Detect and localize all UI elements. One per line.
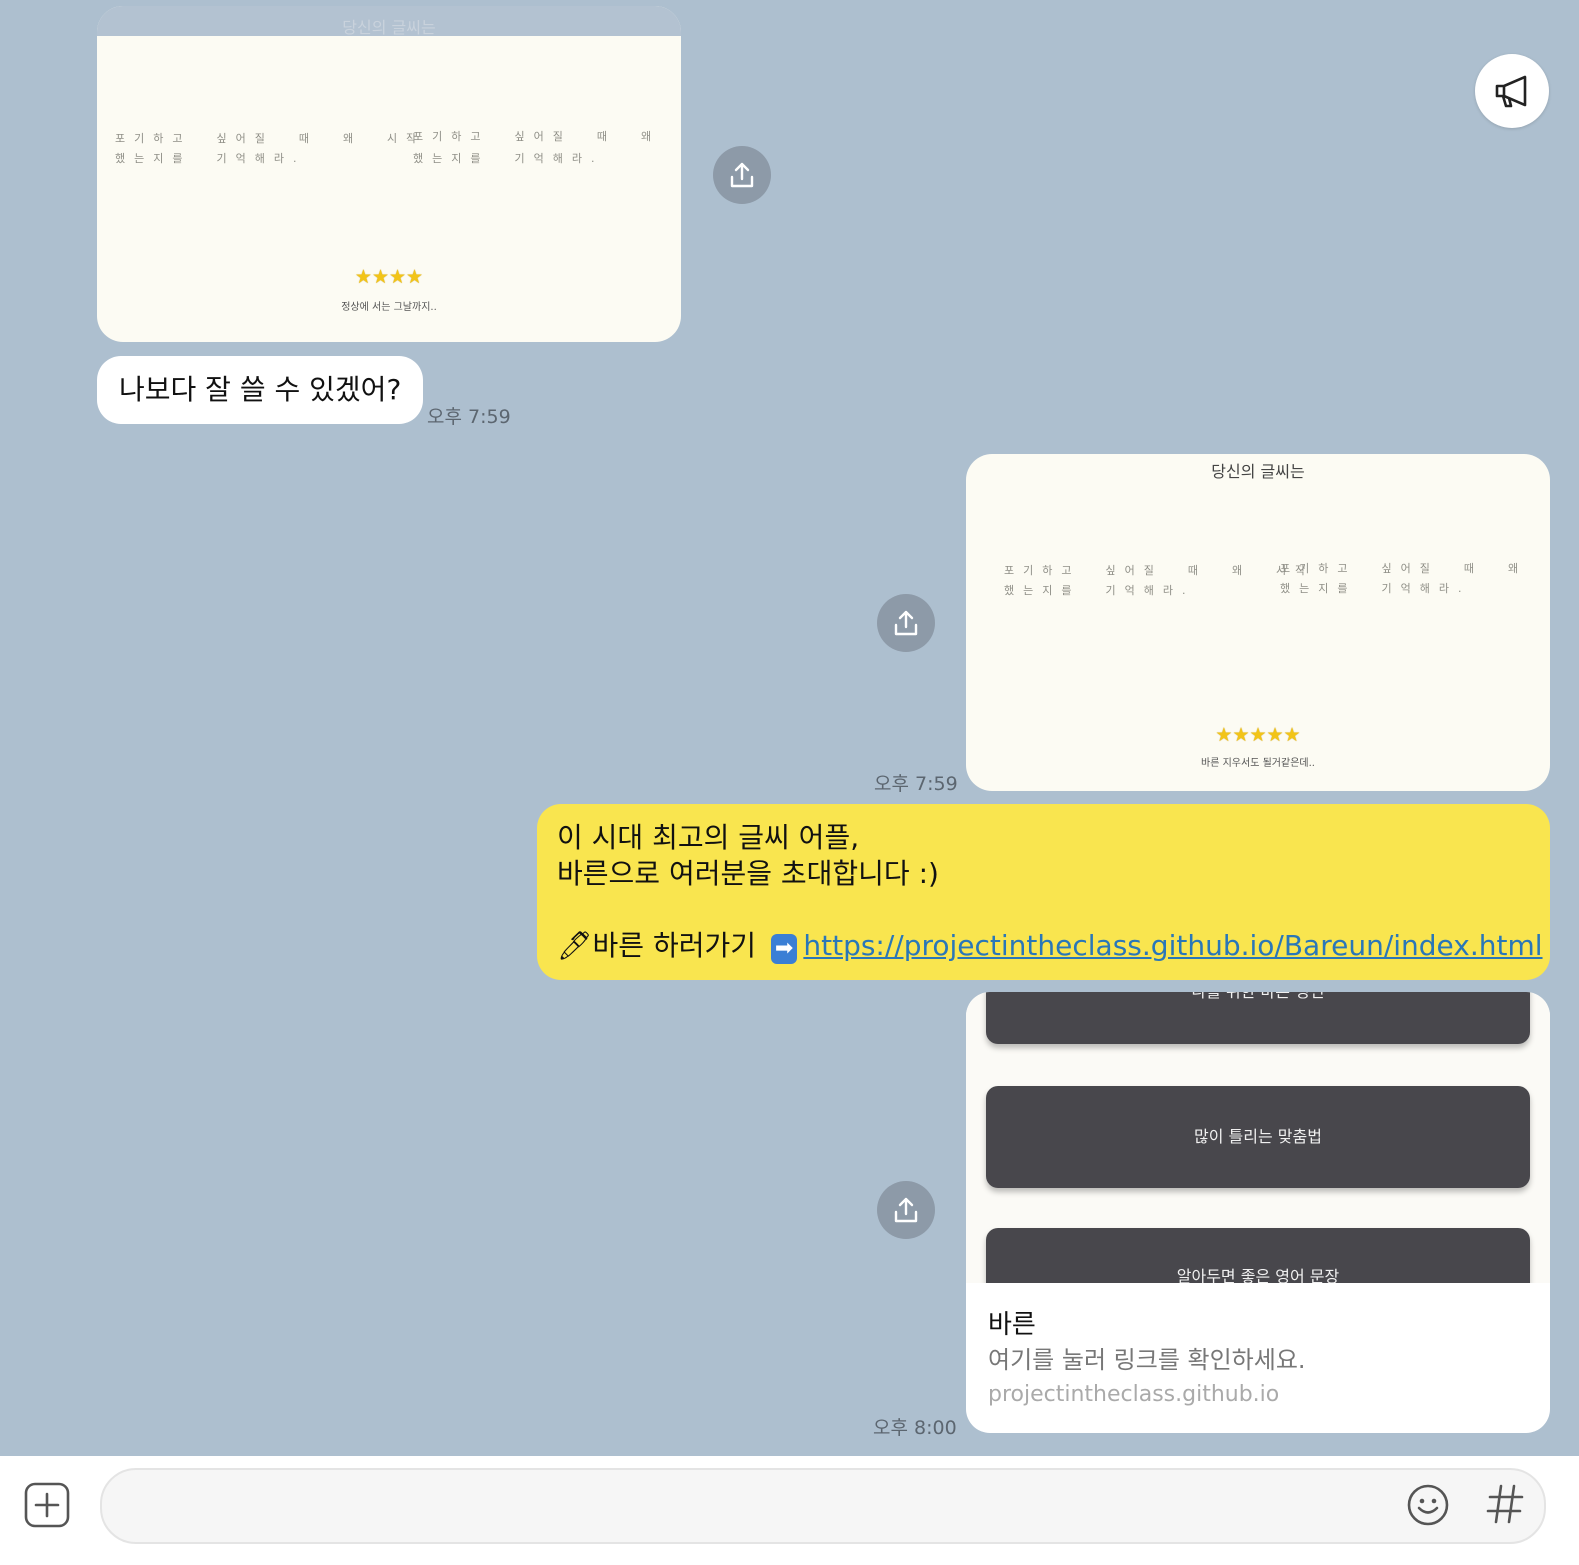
composer-bar: [0, 1456, 1579, 1565]
add-button[interactable]: [22, 1480, 72, 1530]
message-input-box[interactable]: [100, 1468, 1546, 1544]
handwriting-right-line1: 포기하고 싶어질 때 왜 시작: [1280, 562, 1528, 575]
image-title: 당신의 글씨는: [1211, 462, 1305, 481]
share-button[interactable]: [877, 594, 935, 652]
smiley-icon: [1407, 1484, 1449, 1526]
cta-label: 바른 하러가기: [592, 929, 757, 962]
handwriting-right-line2: 했는지를 기억해라.: [1280, 582, 1471, 595]
received-image-message[interactable]: 당신의 글씨는 포기하고 싶어질 때 왜 시작 했는지를 기억해라. 포기하고 …: [97, 6, 681, 342]
message-text: 나보다 잘 쓸 수 있겠어?: [119, 373, 402, 406]
link-preview-title: 바른: [988, 1310, 1036, 1340]
handwriting-right-line2: 했는지를 기억해라.: [413, 152, 604, 165]
received-text-bubble: 나보다 잘 쓸 수 있겠어?: [97, 356, 424, 424]
rating-stars: ★★★★★: [1215, 724, 1301, 746]
handwriting-right-line1: 포기하고 싶어질 때 왜 시작: [413, 130, 661, 143]
link-preview-card[interactable]: 나를 위한 바른 명언 많이 틀리는 맞춤법 알아두면 좋은 영어 문장 바른 …: [966, 992, 1550, 1433]
link-preview-domain: projectintheclass.github.io: [988, 1382, 1280, 1407]
announcement-button[interactable]: [1475, 54, 1549, 128]
handwriting-left-line1: 포기하고 싶어질 때 왜 시작: [115, 132, 426, 145]
emoji-button[interactable]: [1405, 1482, 1451, 1528]
handwriting-left-line2: 했는지를 기억해라.: [115, 152, 306, 165]
share-icon: [894, 610, 918, 636]
rating-stars: ★★★★: [354, 266, 424, 288]
message-time: 오후 7:59: [427, 406, 511, 428]
message-time: 오후 8:00: [873, 1417, 957, 1439]
share-icon: [894, 1197, 918, 1223]
share-icon: [730, 162, 754, 188]
message-line: 바른으로 여러분을 초대합니다 :): [557, 857, 939, 890]
hashtag-button[interactable]: [1482, 1478, 1528, 1530]
arrow-right-icon: ➡: [770, 934, 798, 964]
app-link[interactable]: https://projectintheclass.github.io/Bare…: [803, 929, 1542, 962]
handwriting-left-line2: 했는지를 기억해라.: [1004, 584, 1195, 597]
link-preview-thumbnail: 나를 위한 바른 명언 많이 틀리는 맞춤법 알아두면 좋은 영어 문장: [966, 992, 1550, 1283]
plus-square-icon: [24, 1482, 70, 1528]
handwriting-left-line1: 포기하고 싶어질 때 왜 시작: [1004, 564, 1315, 577]
message-input[interactable]: [126, 1484, 1390, 1526]
image-title: 당신의 글씨는: [342, 18, 436, 37]
quote-button: 나를 위한 바른 명언: [986, 992, 1530, 1044]
english-sentence-button: 알아두면 좋은 영어 문장: [986, 1228, 1530, 1283]
share-button[interactable]: [877, 1181, 935, 1239]
hashtag-icon: [1486, 1484, 1524, 1524]
sent-text-bubble: 이 시대 최고의 글씨 어플, 바른으로 여러분을 초대합니다 :) 🖊바른 하…: [537, 804, 1550, 980]
share-button[interactable]: [713, 146, 771, 204]
megaphone-icon: [1495, 75, 1527, 108]
link-preview-description: 여기를 눌러 링크를 확인하세요.: [988, 1346, 1306, 1374]
message-time: 오후 7:59: [874, 773, 958, 795]
spelling-button: 많이 틀리는 맞춤법: [986, 1086, 1530, 1188]
pen-icon: 🖊: [557, 929, 593, 962]
message-line: 이 시대 최고의 글씨 어플,: [557, 821, 860, 854]
sent-image-message[interactable]: 당신의 글씨는 포기하고 싶어질 때 왜 시작 했는지를 기억해라. 포기하고 …: [966, 454, 1550, 791]
image-caption: 정상에 서는 그날까지..: [341, 302, 437, 313]
image-caption: 바른 지우서도 될거같은데..: [1201, 758, 1315, 769]
